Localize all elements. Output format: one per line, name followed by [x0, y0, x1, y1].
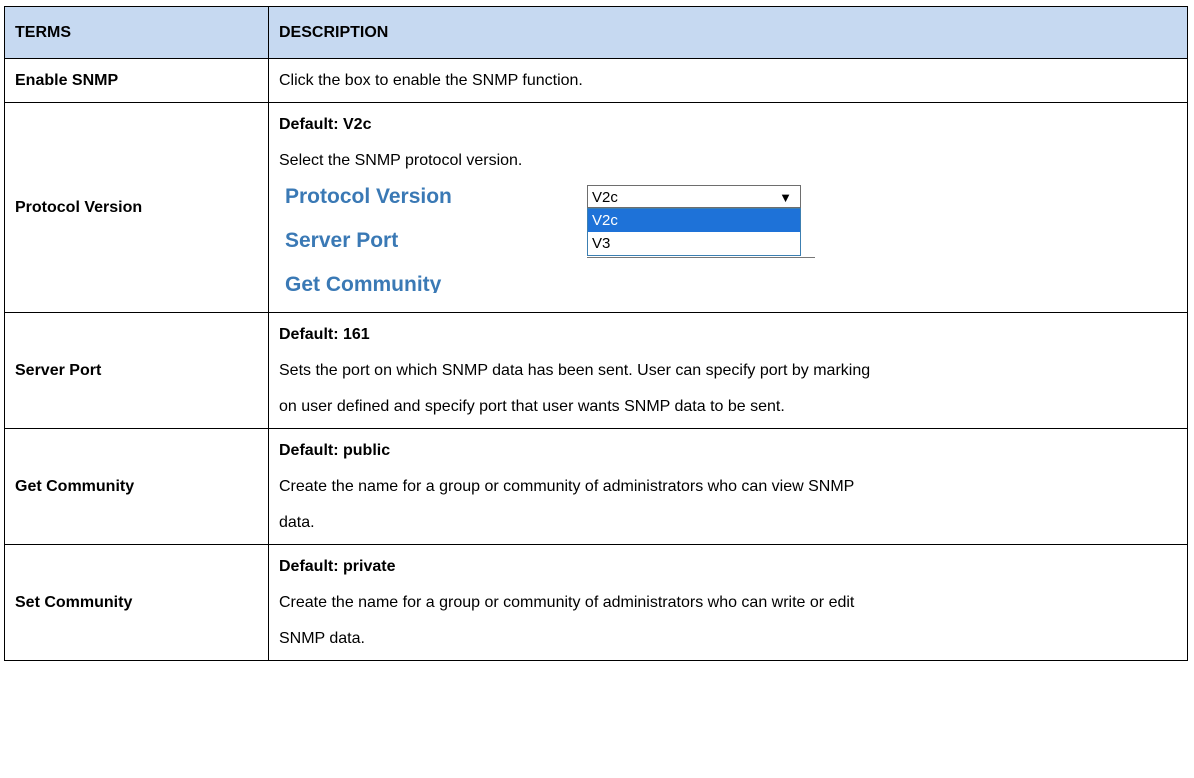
table-header-row: TERMS DESCRIPTION — [4, 6, 1188, 59]
protocol-version-select[interactable]: V2c ▼ — [587, 185, 801, 208]
default-value: Default: V2c — [279, 116, 372, 133]
default-value: Default: 161 — [279, 325, 370, 343]
description-cell: Default: V2c Select the SNMP protocol ve… — [268, 102, 1188, 313]
table-row: Protocol Version Default: V2c Select the… — [4, 102, 1188, 313]
table-row: Set Community Default: private Create th… — [4, 544, 1188, 661]
screenshot-label-protocol-version: Protocol Version — [285, 185, 452, 208]
description-line: data. — [279, 513, 315, 531]
term-cell: Enable SNMP — [4, 58, 269, 103]
term-cell: Protocol Version — [4, 102, 269, 313]
option-v3[interactable]: V3 — [588, 232, 800, 255]
protocol-version-screenshot: Protocol Version Server Port Get Communi… — [279, 181, 1177, 293]
default-value: Default: public — [279, 441, 391, 459]
description-line: Select the SNMP protocol version. — [279, 152, 523, 169]
default-value: Default: private — [279, 557, 396, 575]
table-row: Server Port Default: 161 Sets the port o… — [4, 312, 1188, 429]
description-line: SNMP data. — [279, 629, 365, 647]
header-terms: TERMS — [4, 6, 269, 59]
description-cell: Default: 161 Sets the port on which SNMP… — [268, 312, 1188, 429]
description-line: Sets the port on which SNMP data has bee… — [279, 361, 871, 379]
option-v2c[interactable]: V2c — [588, 209, 800, 232]
description-cell: Click the box to enable the SNMP functio… — [268, 58, 1188, 103]
term-cell: Set Community — [4, 544, 269, 661]
term-cell: Get Community — [4, 428, 269, 545]
description-line: Create the name for a group or community… — [279, 593, 855, 611]
table-row: Get Community Default: public Create the… — [4, 428, 1188, 545]
select-value: V2c — [592, 189, 618, 206]
description-line: on user defined and specify port that us… — [279, 397, 785, 415]
protocol-version-options: V2c V3 — [587, 208, 801, 256]
term-cell: Server Port — [4, 312, 269, 429]
screenshot-label-server-port: Server Port — [285, 229, 399, 252]
table-row: Enable SNMP Click the box to enable the … — [4, 58, 1188, 103]
description-line: Click the box to enable the SNMP functio… — [279, 71, 583, 89]
description-cell: Default: private Create the name for a g… — [268, 544, 1188, 661]
header-description: DESCRIPTION — [268, 6, 1188, 59]
dropdown-arrow-icon: ▼ — [779, 190, 792, 205]
description-cell: Default: public Create the name for a gr… — [268, 428, 1188, 545]
description-line: Create the name for a group or community… — [279, 477, 855, 495]
field-border-line — [587, 257, 815, 258]
screenshot-label-partial: Get Community — [285, 273, 442, 293]
terms-table: TERMS DESCRIPTION Enable SNMP Click the … — [4, 6, 1188, 661]
